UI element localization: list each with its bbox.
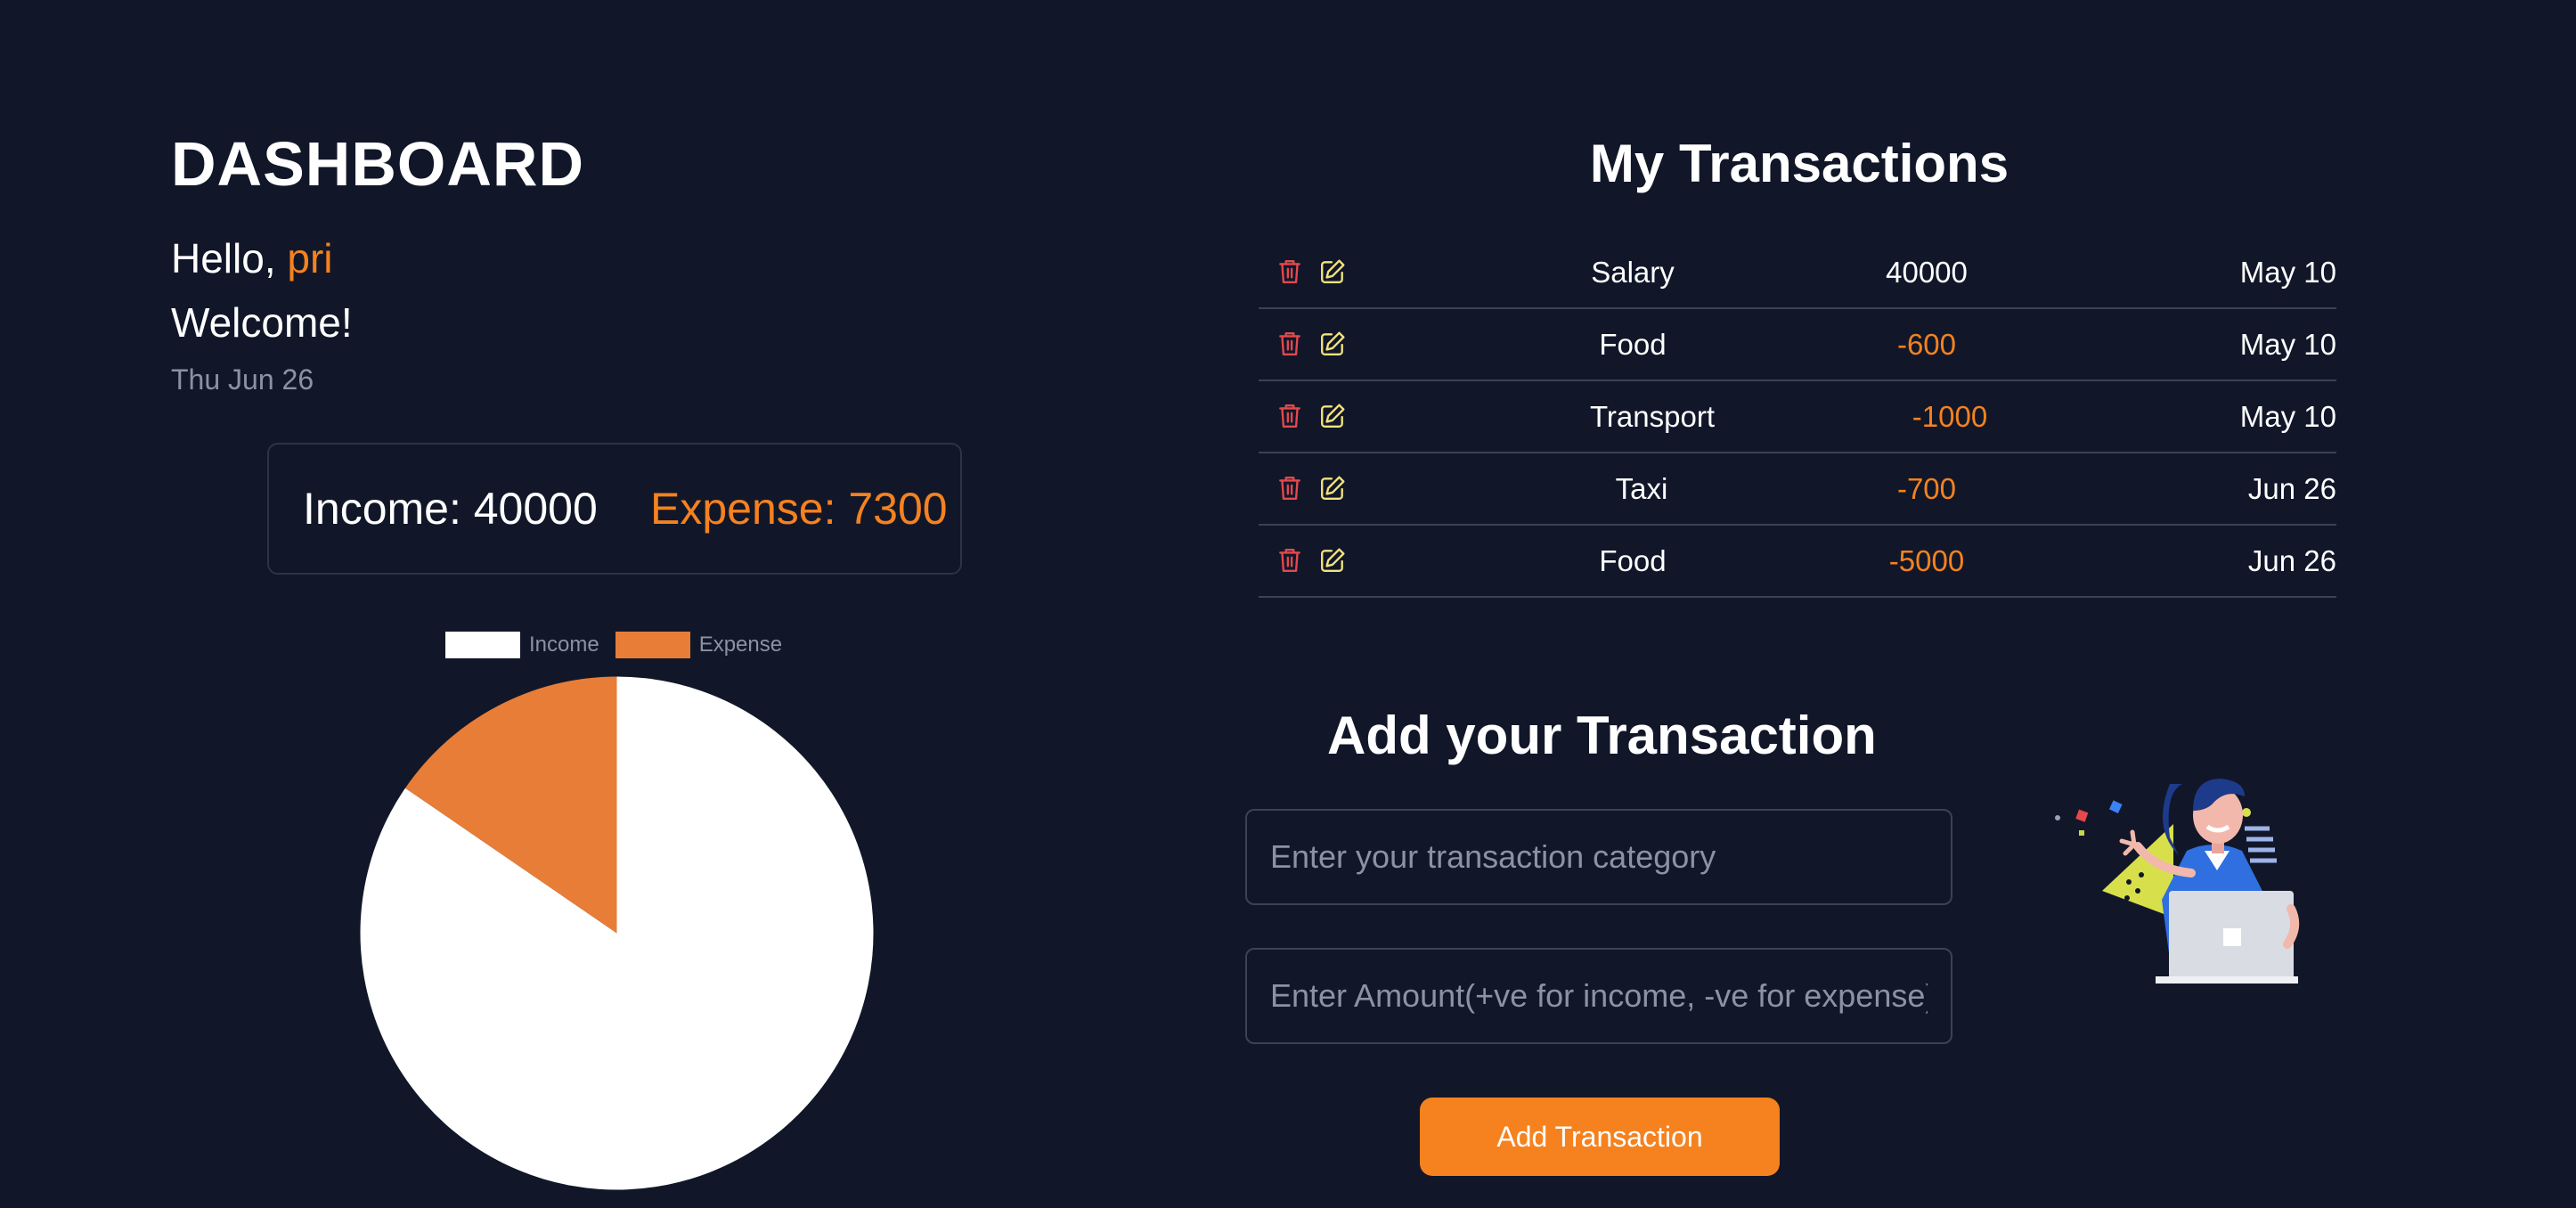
edit-icon[interactable] (1317, 473, 1348, 503)
row-actions (1275, 545, 1348, 575)
table-row: Food -600 May 10 (1259, 309, 2336, 381)
user-name: pri (287, 235, 333, 282)
category-input[interactable] (1245, 809, 1952, 905)
income-total: Income: 40000 (303, 484, 598, 534)
greeting-prefix: Hello, (171, 235, 288, 282)
transaction-amount: -700 (1896, 472, 1957, 505)
legend-item-expense[interactable]: Expense (615, 632, 782, 658)
balance-summary-card: Income: 40000 Expense: 7300 (267, 443, 962, 575)
transaction-amount: -600 (1896, 328, 1957, 361)
current-date: Thu Jun 26 (171, 363, 314, 396)
transaction-amount: 40000 (1886, 256, 1968, 289)
transactions-table: Salary 40000 May 10 Food -600 May 10 Tra… (1259, 237, 2336, 598)
transaction-date: Jun 26 (2247, 544, 2336, 577)
row-actions (1275, 401, 1348, 431)
welcome-text: Welcome! (171, 299, 353, 346)
pie-chart-svg (360, 676, 874, 1190)
row-actions (1275, 473, 1348, 503)
transaction-date: May 10 (2239, 328, 2336, 361)
table-row: Transport -1000 May 10 (1259, 381, 2336, 453)
pie-chart (356, 673, 877, 1194)
add-transaction-button[interactable]: Add Transaction (1420, 1098, 1780, 1176)
chart-legend: Income Expense (445, 631, 798, 659)
transaction-date: May 10 (2239, 256, 2336, 289)
legend-label-income: Income (529, 633, 599, 657)
expense-total: Expense: 7300 (650, 484, 948, 534)
transaction-category: Taxi (1615, 472, 1668, 505)
legend-swatch-expense (615, 632, 690, 658)
legend-swatch-income (445, 632, 520, 658)
edit-icon[interactable] (1317, 401, 1348, 431)
trash-icon[interactable] (1275, 329, 1305, 359)
transactions-title: My Transactions (1589, 134, 2009, 193)
transaction-date: May 10 (2239, 400, 2336, 433)
greeting: Hello, pri (171, 232, 333, 285)
legend-label-expense: Expense (698, 633, 783, 657)
transaction-amount: -1000 (1912, 400, 1988, 433)
transaction-category: Transport (1590, 400, 1715, 433)
table-row: Food -5000 Jun 26 (1259, 526, 2336, 598)
edit-icon[interactable] (1317, 545, 1348, 575)
transaction-category: Salary (1591, 256, 1675, 289)
transaction-category: Food (1599, 544, 1667, 577)
page: DASHBOARD Hello, pri Welcome! Thu Jun 26… (0, 0, 2576, 1208)
amount-input[interactable] (1245, 948, 1952, 1044)
person-with-laptop-illustration (2055, 779, 2300, 984)
row-actions (1275, 257, 1348, 287)
page-title: DASHBOARD (171, 129, 584, 199)
edit-icon[interactable] (1317, 329, 1348, 359)
trash-icon[interactable] (1275, 545, 1305, 575)
table-row: Taxi -700 Jun 26 (1259, 453, 2336, 526)
legend-item-income[interactable]: Income (445, 632, 599, 658)
transaction-amount: -5000 (1888, 544, 1965, 577)
table-row: Salary 40000 May 10 (1259, 237, 2336, 309)
add-transaction-title: Add your Transaction (1327, 706, 1877, 765)
trash-icon[interactable] (1275, 473, 1305, 503)
edit-icon[interactable] (1317, 257, 1348, 287)
transaction-category: Food (1599, 328, 1667, 361)
transaction-date: Jun 26 (2247, 472, 2336, 505)
row-actions (1275, 329, 1348, 359)
trash-icon[interactable] (1275, 257, 1305, 287)
trash-icon[interactable] (1275, 401, 1305, 431)
